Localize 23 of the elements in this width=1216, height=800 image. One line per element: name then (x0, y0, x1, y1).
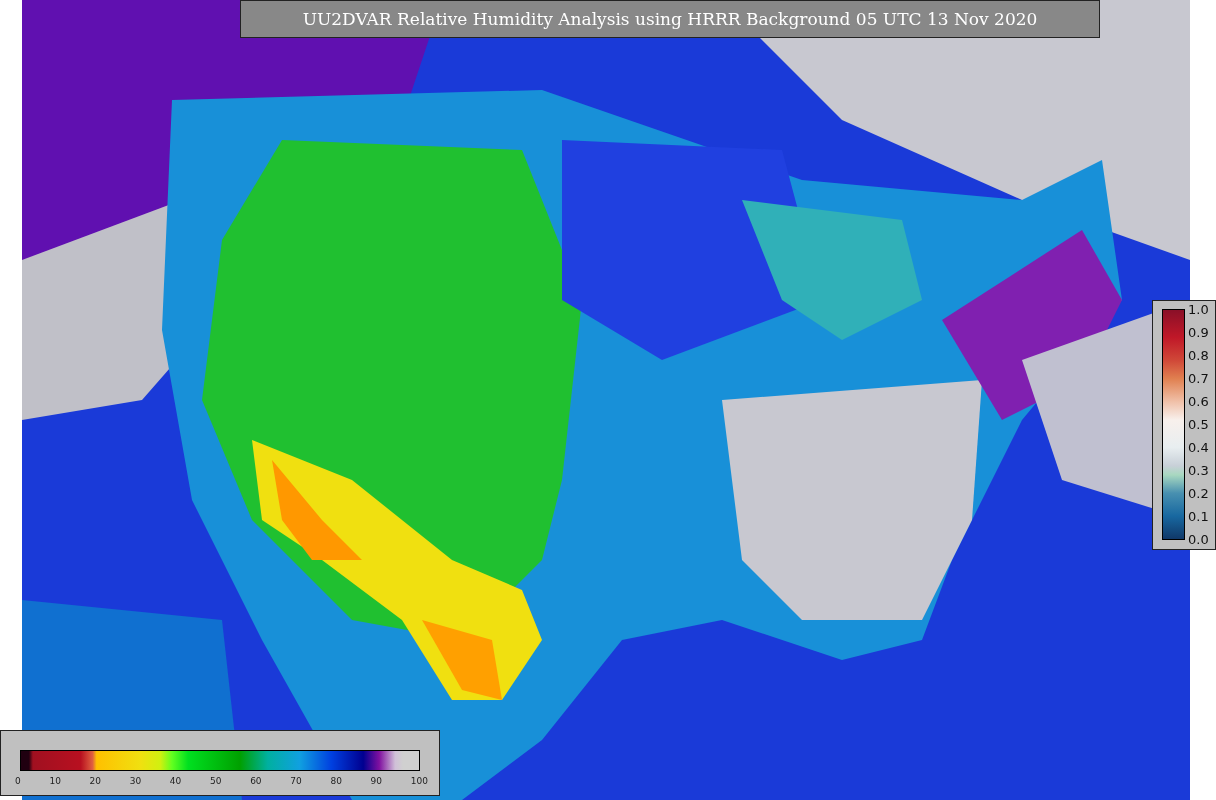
tick-label: 70 (290, 776, 302, 786)
tick-label: 0.3 (1188, 463, 1209, 478)
tick-label: 1.0 (1188, 302, 1209, 317)
tick-label: 0.2 (1188, 486, 1209, 501)
tick-label: 20 (89, 776, 101, 786)
tick-label: 0.1 (1188, 509, 1209, 524)
tick-label: 0.7 (1188, 371, 1209, 386)
tick-label: 50 (210, 776, 222, 786)
tick-label: 0.4 (1188, 440, 1209, 455)
tick-label: 0.8 (1188, 348, 1209, 363)
tick-label: 0.5 (1188, 417, 1209, 432)
tick-label: 10 (49, 776, 61, 786)
tick-label: 30 (129, 776, 142, 786)
tick-label: 100 (410, 776, 428, 786)
tick-label: 60 (250, 776, 262, 786)
tick-label: 0.9 (1188, 325, 1209, 340)
tick-label: 90 (370, 776, 382, 786)
tick-label: 0 (15, 776, 21, 786)
tick-label: 0.0 (1188, 532, 1209, 547)
map-title: UU2DVAR Relative Humidity Analysis using HRRR Background 05 UTC 13 Nov 2020 (240, 0, 1100, 38)
tick-label: 0.6 (1188, 394, 1209, 409)
tick-label: 80 (330, 776, 342, 786)
tick-label: 40 (169, 776, 182, 786)
